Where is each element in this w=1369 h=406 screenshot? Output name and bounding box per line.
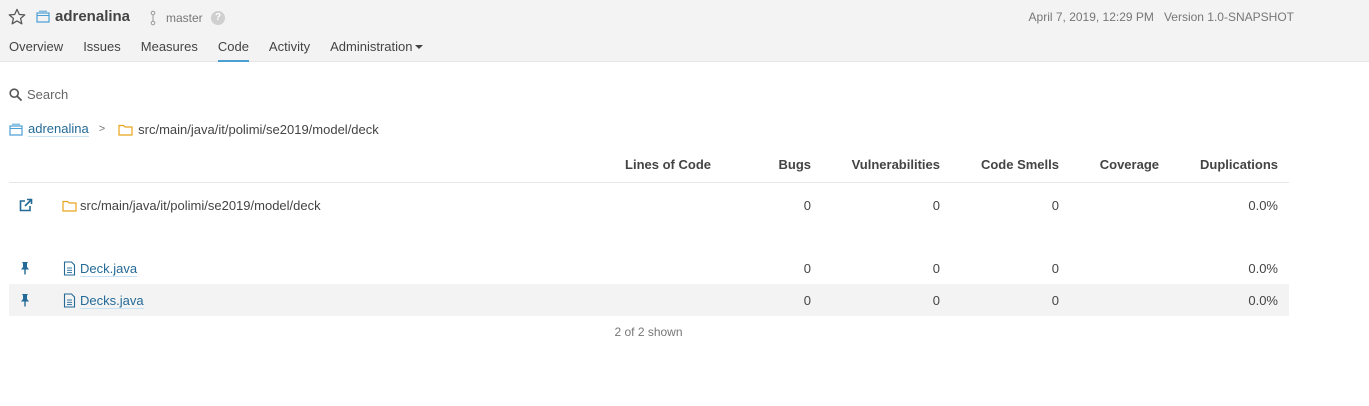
branch-icon xyxy=(150,10,156,26)
row-duplications[interactable]: 0.0% xyxy=(1248,293,1278,308)
pin-icon[interactable] xyxy=(18,293,32,307)
breadcrumb-path: src/main/java/it/polimi/se2019/model/dec… xyxy=(138,121,379,137)
table-row-base: src/main/java/it/polimi/se2019/model/dec… xyxy=(9,189,1289,221)
star-icon[interactable] xyxy=(8,8,26,26)
project-nav: Overview Issues Measures Code Activity A… xyxy=(9,39,443,62)
file-icon xyxy=(63,261,76,276)
col-vulnerabilities[interactable]: Vulnerabilities xyxy=(852,157,940,172)
search-input[interactable] xyxy=(27,87,327,102)
analysis-date: April 7, 2019, 12:29 PM xyxy=(1028,10,1154,24)
pin-icon[interactable] xyxy=(18,261,32,275)
table-header: Lines of Code Bugs Vulnerabilities Code … xyxy=(9,146,1289,183)
project-version: Version 1.0-SNAPSHOT xyxy=(1163,10,1294,24)
row-vulnerabilities[interactable]: 0 xyxy=(933,261,940,276)
tab-administration[interactable]: Administration xyxy=(330,39,424,62)
code-search xyxy=(9,87,327,102)
row-duplications[interactable]: 0.0% xyxy=(1248,261,1278,276)
table-row: Deck.java 0 0 0 0.0% xyxy=(9,252,1289,284)
row-code-smells[interactable]: 0 xyxy=(1052,293,1059,308)
row-duplications[interactable]: 0.0% xyxy=(1248,198,1278,213)
col-coverage[interactable]: Coverage xyxy=(1100,157,1159,172)
col-bugs[interactable]: Bugs xyxy=(779,157,812,172)
row-bugs[interactable]: 0 xyxy=(804,293,811,308)
chevron-down-icon xyxy=(415,44,424,49)
col-lines-of-code[interactable]: Lines of Code xyxy=(625,157,711,172)
tab-activity[interactable]: Activity xyxy=(269,39,310,62)
search-icon xyxy=(9,88,22,101)
help-icon[interactable]: ? xyxy=(211,11,225,25)
branch-name[interactable]: master xyxy=(166,11,203,25)
row-vulnerabilities[interactable]: 0 xyxy=(933,198,940,213)
col-code-smells[interactable]: Code Smells xyxy=(981,157,1059,172)
project-icon xyxy=(9,123,23,136)
analysis-meta: April 7, 2019, 12:29 PM Version 1.0-SNAPS… xyxy=(1029,10,1294,24)
breadcrumb-separator: > xyxy=(98,123,106,135)
tab-overview[interactable]: Overview xyxy=(9,39,63,62)
components-table: Lines of Code Bugs Vulnerabilities Code … xyxy=(9,146,1289,316)
file-link[interactable]: Decks.java xyxy=(80,293,144,309)
tab-administration-label: Administration xyxy=(330,39,413,54)
col-duplications[interactable]: Duplications xyxy=(1200,157,1278,172)
row-code-smells[interactable]: 0 xyxy=(1052,261,1059,276)
folder-icon xyxy=(118,124,133,136)
file-link[interactable]: Deck.java xyxy=(80,261,138,277)
breadcrumb-project[interactable]: adrenalina xyxy=(28,121,89,137)
project-header: adrenalina master ? April 7, 2019, 12:29… xyxy=(0,0,1369,62)
folder-icon xyxy=(62,200,77,212)
row-bugs[interactable]: 0 xyxy=(804,198,811,213)
row-vulnerabilities[interactable]: 0 xyxy=(933,293,940,308)
breadcrumb: adrenalina > src/main/java/it/polimi/se2… xyxy=(9,121,379,137)
external-link-icon[interactable] xyxy=(19,198,33,212)
row-bugs[interactable]: 0 xyxy=(804,261,811,276)
tab-issues[interactable]: Issues xyxy=(83,39,121,62)
row-name: src/main/java/it/polimi/se2019/model/dec… xyxy=(80,198,321,213)
project-icon xyxy=(36,10,50,23)
row-code-smells[interactable]: 0 xyxy=(1052,198,1059,213)
project-name[interactable]: adrenalina xyxy=(55,8,130,25)
file-icon xyxy=(63,293,76,308)
shown-count: 2 of 2 shown xyxy=(614,325,683,339)
tab-code[interactable]: Code xyxy=(217,39,249,62)
table-row: Decks.java 0 0 0 0.0% xyxy=(9,284,1289,316)
tab-measures[interactable]: Measures xyxy=(141,39,198,62)
